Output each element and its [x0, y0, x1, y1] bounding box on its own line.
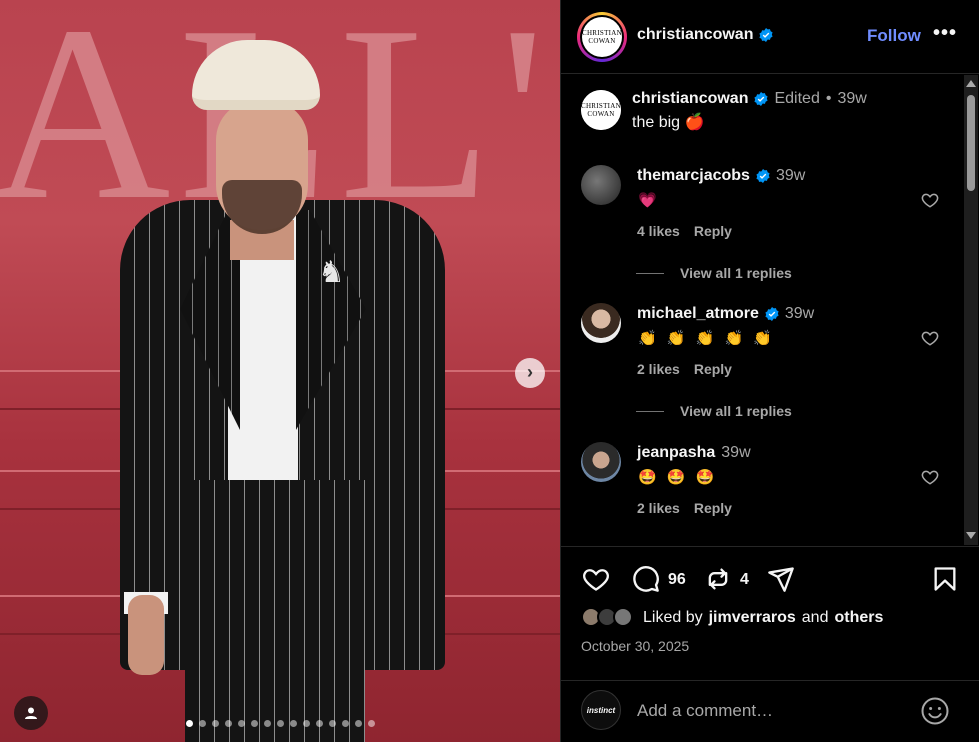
comment-likes[interactable]: 2 likes — [637, 361, 680, 377]
author-username: christiancowan — [637, 26, 754, 43]
rooster-brooch: ♞ — [318, 256, 345, 289]
carousel-dot — [316, 720, 323, 727]
replies-divider — [636, 272, 664, 274]
carousel-indicator — [186, 720, 375, 727]
comment-likes[interactable]: 4 likes — [637, 223, 680, 239]
separator: • — [825, 90, 832, 107]
repost-icon[interactable] — [703, 565, 733, 593]
scroll-up-arrow-icon[interactable] — [966, 80, 976, 87]
carousel-dot — [264, 720, 271, 727]
repost-count[interactable]: 4 — [740, 571, 749, 589]
comment-likes[interactable]: 2 likes — [637, 500, 680, 516]
user-icon — [25, 707, 37, 719]
liked-by: Liked by jimverraros and others — [581, 607, 883, 629]
caption: CHRISTIAN COWAN christiancowan Edited • … — [581, 90, 941, 140]
caption-text: the big 🍎 — [632, 114, 705, 131]
replies-divider — [636, 410, 664, 412]
verified-badge-icon — [765, 307, 779, 321]
like-comment-heart-icon[interactable] — [921, 468, 939, 486]
reply-button[interactable]: Reply — [694, 361, 732, 377]
photo-subject: ♞ — [110, 40, 460, 742]
comment-time[interactable]: 39w — [721, 444, 750, 462]
comment-item: themarcjacobs 39w 💗 4 likes Reply View a… — [581, 165, 941, 285]
like-comment-heart-icon[interactable] — [921, 329, 939, 347]
add-comment-bar: instinct — [561, 680, 979, 742]
post-header: CHRISTIAN COWAN christiancowan Follow ••… — [561, 0, 979, 74]
liked-by-prefix: Liked by — [643, 609, 703, 626]
comments-list[interactable]: CHRISTIAN COWAN christiancowan Edited • … — [561, 75, 979, 545]
comment-time[interactable]: 39w — [776, 167, 805, 185]
commenter-avatar[interactable] — [581, 303, 621, 343]
reply-button[interactable]: Reply — [694, 500, 732, 516]
emoji-picker-icon[interactable] — [920, 696, 950, 726]
like-comment-heart-icon[interactable] — [921, 191, 939, 209]
comment-text: 🤩 🤩 🤩 — [638, 469, 718, 486]
liked-by-others[interactable]: others — [834, 609, 883, 627]
carousel-dot — [290, 720, 297, 727]
share-send-icon[interactable] — [766, 565, 796, 593]
commenter-avatar[interactable] — [581, 442, 621, 482]
view-replies-button[interactable]: View all 1 replies — [636, 403, 792, 419]
comment-username[interactable]: themarcjacobs — [637, 167, 750, 185]
christian-cowan-logo: CHRISTIAN COWAN — [582, 17, 622, 57]
carousel-dot — [355, 720, 362, 727]
carousel-dot — [342, 720, 349, 727]
post-actions: 96 4 Liked by jimverraros and others Oct… — [561, 546, 979, 680]
commenter-avatar[interactable] — [581, 165, 621, 205]
follow-button[interactable]: Follow — [867, 26, 921, 46]
tagged-people-button[interactable] — [14, 696, 48, 730]
comment-item: michael_atmore 39w 👏 👏 👏 👏 👏 2 likes Rep… — [581, 303, 941, 423]
comment-username[interactable]: michael_atmore — [637, 305, 759, 323]
comment-bubble-icon[interactable] — [631, 565, 661, 593]
comment-count[interactable]: 96 — [668, 571, 686, 589]
reply-button[interactable]: Reply — [694, 223, 732, 239]
post-sidebar: CHRISTIAN COWAN christiancowan Follow ••… — [560, 0, 979, 742]
verified-badge-icon — [759, 28, 774, 42]
carousel-dot — [212, 720, 219, 727]
likers-avatars[interactable] — [581, 607, 637, 629]
comment-username[interactable]: jeanpasha — [637, 444, 715, 462]
caption-username[interactable]: christiancowan — [632, 90, 748, 108]
comments-scrollbar[interactable] — [964, 75, 978, 545]
verified-badge-icon — [756, 169, 770, 183]
comment-input[interactable] — [637, 699, 897, 723]
like-heart-icon[interactable] — [581, 565, 611, 593]
author-avatar[interactable]: CHRISTIAN COWAN — [581, 90, 621, 130]
view-replies-label: View all 1 replies — [680, 265, 792, 281]
comment-text: 💗 — [638, 192, 660, 209]
carousel-dot — [329, 720, 336, 727]
view-replies-button[interactable]: View all 1 replies — [636, 265, 792, 281]
liked-by-user[interactable]: jimverraros — [709, 609, 796, 627]
next-slide-button[interactable]: › — [515, 358, 545, 388]
carousel-dot — [199, 720, 206, 727]
carousel-dot — [238, 720, 245, 727]
carousel-dot — [368, 720, 375, 727]
view-replies-label: View all 1 replies — [680, 403, 792, 419]
christian-cowan-logo: CHRISTIAN COWAN — [581, 90, 621, 130]
carousel-dot — [186, 720, 193, 727]
author-username-link[interactable]: christiancowan — [637, 26, 774, 44]
carousel-dot — [225, 720, 232, 727]
carousel-dot — [303, 720, 310, 727]
comment-time[interactable]: 39w — [785, 305, 814, 323]
current-user-avatar[interactable]: instinct — [581, 690, 621, 730]
scroll-thumb[interactable] — [967, 95, 975, 191]
more-options-icon[interactable]: ••• — [933, 22, 957, 45]
edited-label: Edited — [774, 90, 820, 107]
author-avatar[interactable]: CHRISTIAN COWAN — [577, 12, 627, 62]
liked-by-and: and — [801, 609, 829, 626]
post-date[interactable]: October 30, 2025 — [581, 638, 689, 654]
verified-badge-icon — [754, 92, 769, 106]
caption-time[interactable]: 39w — [837, 90, 866, 108]
carousel-dot — [277, 720, 284, 727]
post-media[interactable]: ALL'S F ♞ › — [0, 0, 560, 742]
scroll-down-arrow-icon[interactable] — [966, 532, 976, 539]
comment-item: jeanpasha 39w 🤩 🤩 🤩 2 likes Reply — [581, 442, 941, 532]
carousel-dot — [251, 720, 258, 727]
comment-text: 👏 👏 👏 👏 👏 — [638, 330, 776, 347]
save-bookmark-icon[interactable] — [931, 565, 959, 593]
